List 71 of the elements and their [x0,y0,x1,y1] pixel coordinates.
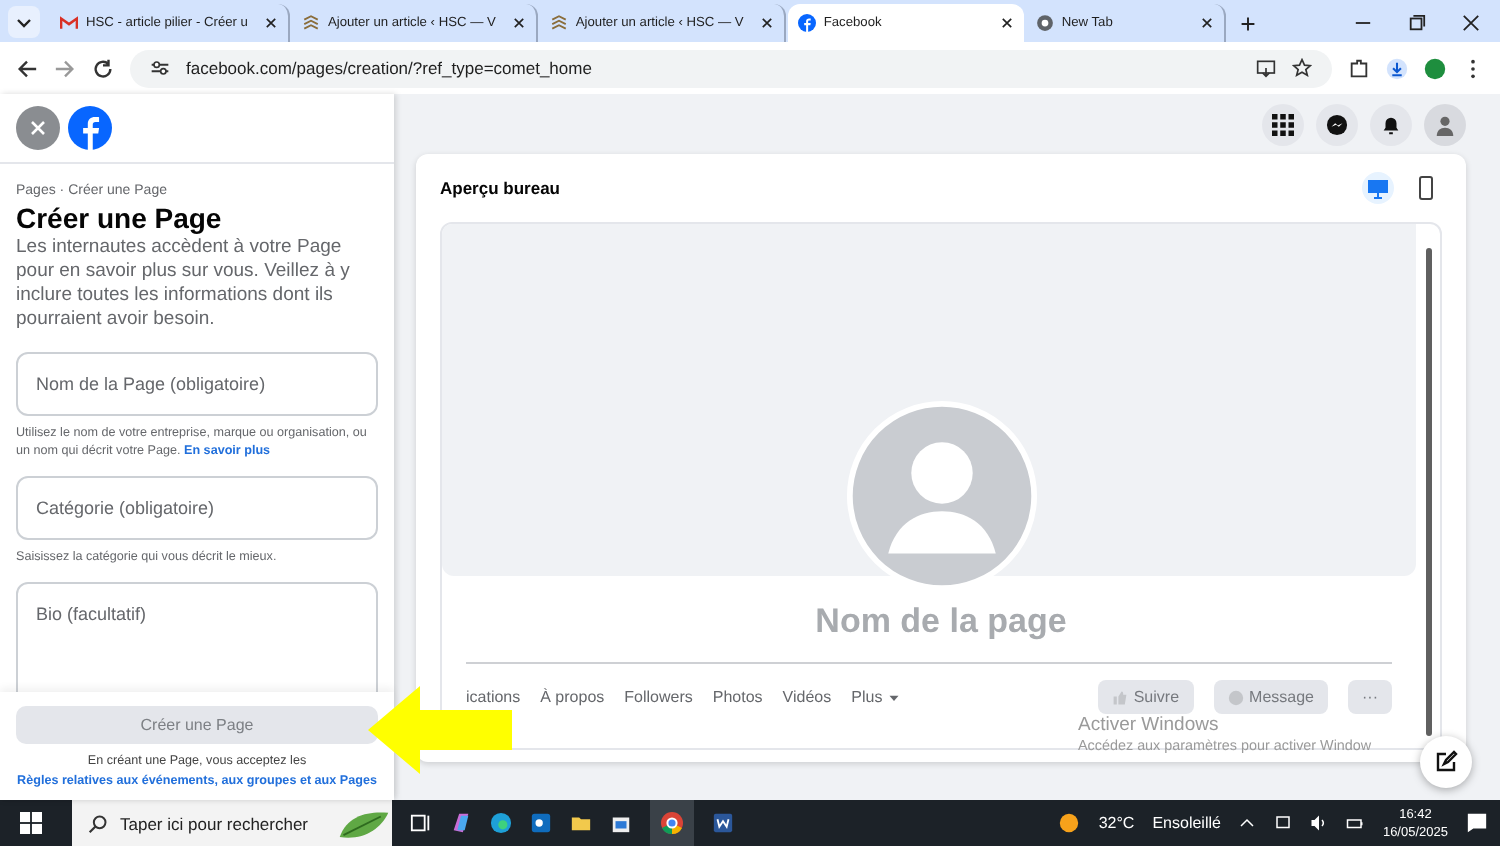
input-field[interactable]: Catégorie (obligatoire) [16,476,378,540]
page-tab[interactable]: Photos [712,688,763,706]
close-tab-icon[interactable] [263,16,278,30]
forward-icon[interactable] [54,57,76,79]
star-icon[interactable] [1292,58,1312,78]
action-button[interactable]: Suivre [1097,680,1194,714]
page-tab[interactable]: Followers [624,688,693,706]
messenger-icon[interactable] [1316,104,1358,146]
outlook-icon[interactable] [530,812,552,834]
folder-icon[interactable] [570,812,592,834]
copilot-icon[interactable] [450,812,472,834]
notification-icon[interactable] [1466,812,1488,834]
restore-icon[interactable] [1408,14,1426,32]
puzzle-icon[interactable] [1348,57,1370,79]
page-tab[interactable]: ications [466,688,521,706]
bell-icon[interactable] [1370,104,1412,146]
compose-icon[interactable] [1420,736,1472,788]
sun-icon [1058,812,1081,834]
layers-icon [549,14,568,32]
profile-picture-placeholder-icon [845,400,1037,592]
page-tab[interactable]: À propos [540,688,605,706]
preview-title: Aperçu bureau [440,178,560,198]
caret-icon [888,691,901,703]
temperature: 32°C [1098,814,1135,832]
facebook-logo-icon[interactable] [68,106,112,150]
text-area[interactable]: Bio (facultatif) [16,582,378,692]
weather-text: Ensoleillé [1152,814,1221,832]
taskbar-search-field[interactable]: Taper ici pour rechercher [72,800,392,846]
facebook-icon [797,14,816,32]
cast-icon[interactable] [1256,58,1276,78]
new-tab-icon[interactable] [1239,16,1256,32]
network-icon[interactable] [1274,814,1293,832]
close-tab-icon[interactable] [759,16,774,30]
chevron-up-icon[interactable] [1238,814,1257,832]
thumb-icon [1111,689,1128,705]
word-icon[interactable] [712,812,734,834]
store-icon[interactable] [610,812,632,834]
activation-title: Activer Windows [1078,714,1221,736]
action-button[interactable]: ··· [1348,680,1392,714]
download-icon[interactable] [1386,57,1408,79]
reload-icon[interactable] [92,57,114,79]
description-text: Les internautes accèdent à votre Page pour en savoir plus sur vous. Veillez à y inclure toutes les informations dont ils pourraient avoir besoin. [16,236,352,332]
back-icon[interactable] [16,57,38,79]
globe-icon [1035,14,1054,32]
profile-avatar-icon[interactable] [1424,57,1446,79]
layers-icon [301,14,320,32]
close-icon[interactable] [1462,14,1480,32]
chat-bubble-icon [1227,689,1244,705]
apps-menu-icon[interactable] [1262,104,1304,146]
mail-icon [60,14,78,32]
address-bar[interactable]: facebook.com/pages/creation/?ref_type=comet_home [130,49,1332,87]
page-tab[interactable]: Vidéos [782,688,832,706]
edge-icon[interactable] [490,812,512,834]
tab-search-icon[interactable] [8,6,40,38]
task-view-icon[interactable] [410,812,432,834]
close-tab-icon[interactable] [999,16,1014,30]
page-title: Créer une Page [16,202,224,234]
input-field[interactable]: Nom de la Page (obligatoire) [16,352,378,416]
account-avatar-icon[interactable] [1424,104,1466,146]
search-icon [88,813,108,833]
close-tab-icon[interactable] [511,16,526,30]
page-name: Nom de la page [815,602,1067,642]
page-tab[interactable]: Plus [851,688,901,706]
monitor-icon[interactable] [1362,172,1394,204]
start-icon[interactable] [20,812,42,834]
chrome-icon[interactable] [650,800,694,846]
tune-icon[interactable] [150,58,170,78]
close-tab-icon[interactable] [1199,16,1214,30]
battery-icon[interactable] [1346,814,1365,832]
action-button[interactable]: Message [1213,680,1328,714]
speaker-icon[interactable] [1310,814,1329,832]
